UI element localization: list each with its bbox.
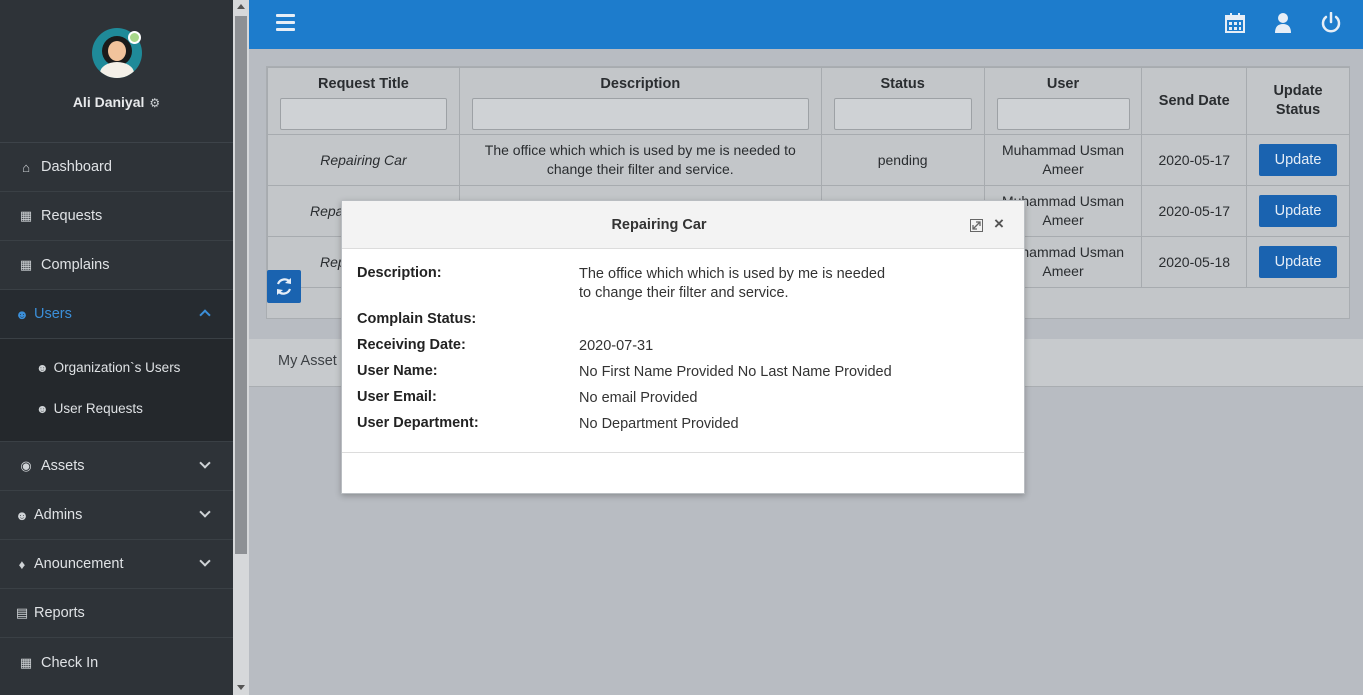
sidebar-item-admins[interactable]: ☻ Admins [0, 491, 233, 540]
field-label: User Email: [357, 389, 437, 405]
cell-update: Update [1246, 236, 1350, 288]
modal-body: Description: The office which which is u… [342, 249, 1024, 453]
cell-request-title: Repairing Car [267, 134, 460, 186]
sidebar-item-label: Admins [34, 507, 83, 523]
power-icon[interactable] [1320, 12, 1342, 34]
cell-send-date: 2020-05-17 [1141, 134, 1248, 186]
sidebar-item-label: Check In [41, 654, 99, 671]
user-icon[interactable] [1272, 12, 1294, 34]
cell-user: Muhammad Usman Ameer [983, 134, 1143, 186]
gear-icon[interactable]: ⚙ [149, 96, 160, 110]
grid-icon: ▦ [19, 208, 33, 223]
update-button[interactable]: Update [1259, 195, 1338, 227]
sidebar-item-requests[interactable]: ▦ Requests [0, 192, 233, 241]
users-submenu: ☻ Organization`s Users ☻ User Requests [0, 339, 233, 442]
cell-update: Update [1246, 185, 1350, 237]
online-status-dot [128, 31, 141, 44]
field-value: The office which which is used by me is … [579, 266, 886, 301]
scroll-down-arrow[interactable] [237, 685, 245, 690]
column-header-request-title: Request Title [267, 67, 460, 135]
refresh-button[interactable] [267, 270, 301, 303]
expand-icon[interactable] [970, 219, 983, 232]
users-icon: ☻ [36, 401, 49, 416]
sidebar-item-label: User Requests [53, 401, 143, 416]
chevron-down-icon [199, 506, 211, 518]
update-button[interactable]: Update [1259, 246, 1338, 278]
tab-my-asset[interactable]: My Asset [278, 353, 337, 369]
details-modal: Repairing Car × Description: The office … [341, 200, 1025, 494]
top-bar [249, 0, 1363, 49]
sidebar-item-assets[interactable]: ◉ Assets [0, 442, 233, 491]
update-button[interactable]: Update [1259, 144, 1338, 176]
profile-panel: Ali Daniyal ⚙ [0, 0, 233, 143]
bell-icon: ♦ [18, 556, 26, 572]
field-value: No Department Provided [579, 416, 739, 432]
cell-send-date: 2020-05-18 [1141, 236, 1248, 288]
chevron-down-icon [199, 457, 211, 469]
sidebar: Ali Daniyal ⚙ ⌂ Dashboard ▦ Requests ▦ Co… [0, 0, 233, 695]
sidebar-item-label: Dashboard [41, 159, 112, 175]
column-header-status: Status [820, 67, 985, 135]
sidebar-item-checkin[interactable]: ▦ Check In [0, 638, 233, 687]
grid-icon: ▦ [19, 654, 33, 670]
chevron-down-icon [199, 555, 211, 567]
profile-name[interactable]: Ali Daniyal ⚙ [0, 94, 233, 110]
sidebar-item-label: Assets [41, 458, 85, 474]
field-label: Receiving Date: [357, 337, 466, 353]
sidebar-item-label: Complains [41, 257, 110, 273]
sidebar-item-label: Organization`s Users [53, 360, 181, 375]
menu-icon[interactable] [276, 14, 295, 31]
calendar-icon[interactable] [1224, 12, 1246, 34]
sidebar-item-complains[interactable]: ▦ Complains [0, 241, 233, 290]
chart-icon: ▤ [15, 605, 29, 620]
user-filter-input[interactable] [996, 98, 1130, 130]
close-icon[interactable]: × [994, 214, 1004, 234]
sidebar-item-label: Users [34, 306, 72, 322]
users-icon: ☻ [36, 360, 49, 375]
sidebar-item-label: Requests [41, 208, 103, 224]
status-filter-input[interactable] [833, 98, 972, 130]
table-header-row: Request Title Description Status User Se… [267, 67, 1350, 135]
field-value: 2020-07-31 [579, 338, 654, 354]
column-header-update-status: Update Status [1246, 67, 1350, 135]
field-label: Description: [357, 265, 442, 281]
sidebar-item-users[interactable]: ☻ Users [0, 290, 233, 339]
field-label: User Department: [357, 415, 479, 431]
sidebar-item-announcement[interactable]: ♦ Anouncement [0, 540, 233, 589]
cell-send-date: 2020-05-17 [1141, 185, 1248, 237]
refresh-icon [276, 278, 292, 295]
sidebar-item-label: Reports [34, 605, 85, 621]
description-filter-input[interactable] [471, 98, 809, 130]
modal-footer [342, 453, 1024, 493]
modal-header: Repairing Car × [342, 201, 1024, 249]
sidebar-item-dashboard[interactable]: ⌂ Dashboard [0, 143, 233, 192]
modal-title: Repairing Car [611, 217, 707, 233]
home-icon: ⌂ [22, 159, 30, 175]
field-value: No email Provided [579, 390, 698, 406]
column-header-send-date: Send Date [1141, 67, 1248, 135]
grid-icon: ▦ [19, 257, 33, 272]
column-header-user: User [983, 67, 1143, 135]
table-row: Repairing Car The office which which is … [267, 134, 1350, 186]
request-title-filter-input[interactable] [279, 98, 447, 130]
scroll-up-arrow[interactable] [237, 4, 245, 9]
sidebar-item-label: Anouncement [34, 556, 124, 572]
sidebar-scrollbar[interactable] [233, 0, 249, 695]
scroll-thumb[interactable] [235, 16, 247, 554]
cell-status: pending [820, 134, 985, 186]
column-header-description: Description [458, 67, 822, 135]
sidebar-item-reports[interactable]: ▤ Reports [0, 589, 233, 638]
cell-update: Update [1246, 134, 1350, 186]
sidebar-item-organization-users[interactable]: ☻ Organization`s Users [0, 347, 233, 388]
field-label: Complain Status: [357, 311, 477, 327]
users-icon: ☻ [15, 507, 29, 523]
chevron-up-icon [199, 309, 211, 321]
field-value: No First Name Provided No Last Name Prov… [579, 364, 892, 380]
field-label: User Name: [357, 363, 438, 379]
profile-name-label: Ali Daniyal [72, 94, 145, 110]
sidebar-item-user-requests[interactable]: ☻ User Requests [0, 388, 233, 429]
globe-icon: ◉ [20, 458, 32, 473]
users-icon: ☻ [15, 306, 29, 322]
cell-description: The office which which is used by me is … [458, 134, 822, 186]
